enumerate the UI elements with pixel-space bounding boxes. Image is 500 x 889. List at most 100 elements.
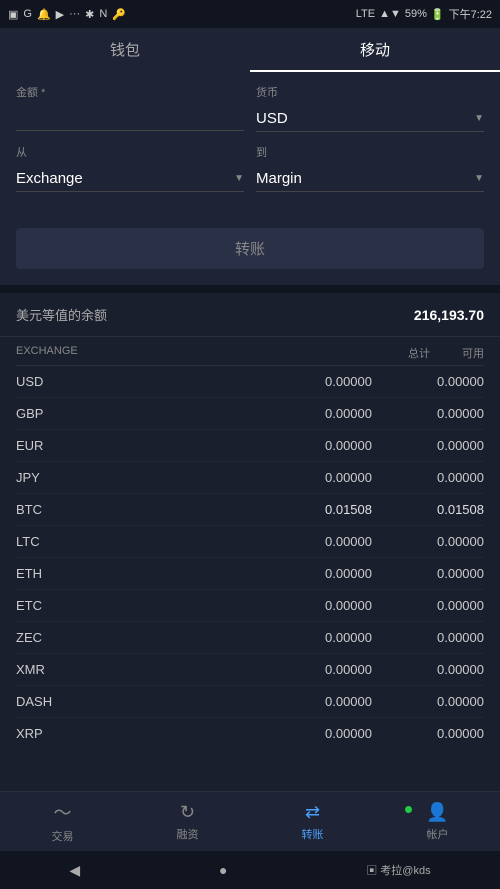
total-cell: 0.00000: [292, 470, 372, 485]
to-select[interactable]: Margin ▼: [256, 166, 484, 192]
signal-lte: LTE: [356, 8, 375, 20]
nav-transfer[interactable]: ⇄ 转账: [250, 802, 375, 842]
table-header-right: 总计 可用: [408, 345, 484, 361]
key-icon: 🔑: [112, 8, 126, 21]
table-values: 0.00000 0.00000: [292, 534, 484, 549]
currency-cell: BTC: [16, 502, 76, 517]
currency-cell: USD: [16, 374, 76, 389]
table-header: EXCHANGE 总计 可用: [16, 337, 484, 366]
amount-group: 金额 *: [16, 84, 244, 132]
currency-cell: DASH: [16, 694, 76, 709]
play-icon: ▶: [56, 8, 64, 21]
transfer-btn-row: 转账: [0, 220, 500, 285]
table-values: 0.00000 0.00000: [292, 438, 484, 453]
available-cell: 0.00000: [404, 406, 484, 421]
available-cell: 0.00000: [404, 694, 484, 709]
balance-value: 216,193.70: [414, 307, 484, 323]
currency-cell: GBP: [16, 406, 76, 421]
balance-row: 美元等值的余额 216,193.70: [0, 293, 500, 337]
bluetooth-icon: ✱: [85, 8, 94, 21]
tab-bar: 钱包 移动: [0, 28, 500, 72]
status-right: LTE ▲▼ 59% 🔋 下午7:22: [356, 6, 492, 22]
to-label: 到: [256, 144, 484, 160]
available-col-header: 可用: [462, 345, 484, 361]
nav-transfer-label: 转账: [302, 826, 324, 842]
total-cell: 0.01508: [292, 502, 372, 517]
funding-icon: ↻: [180, 802, 195, 823]
android-nav: ◀ ● ▣ 考拉@kds: [0, 851, 500, 889]
table-values: 0.00000 0.00000: [292, 630, 484, 645]
home-button[interactable]: ●: [219, 862, 227, 878]
table-row: ETC 0.00000 0.00000: [16, 590, 484, 622]
app-icon-2: G: [23, 8, 32, 20]
available-cell: 0.00000: [404, 534, 484, 549]
transfer-icon: ⇄: [305, 802, 320, 823]
from-group: 从 Exchange ▼: [16, 144, 244, 192]
table-row: XMR 0.00000 0.00000: [16, 654, 484, 686]
account-icon: 👤: [426, 802, 448, 823]
status-left: ▣ G 🔔 ▶ ··· ✱ N 🔑: [8, 8, 126, 21]
table-values: 0.00000 0.00000: [292, 598, 484, 613]
table-row: ZEC 0.00000 0.00000: [16, 622, 484, 654]
table-row: ETH 0.00000 0.00000: [16, 558, 484, 590]
back-button[interactable]: ◀: [69, 862, 80, 879]
available-cell: 0.01508: [404, 502, 484, 517]
app-icon-1: ▣: [8, 8, 18, 21]
table-row: LTC 0.00000 0.00000: [16, 526, 484, 558]
total-cell: 0.00000: [292, 726, 372, 741]
from-arrow-icon: ▼: [234, 173, 244, 184]
available-cell: 0.00000: [404, 726, 484, 741]
available-cell: 0.00000: [404, 470, 484, 485]
from-value: Exchange: [16, 170, 83, 187]
table-scroll-area[interactable]: USD 0.00000 0.00000 GBP 0.00000 0.00000 …: [16, 366, 484, 746]
online-dot: [405, 806, 412, 813]
table-values: 0.00000 0.00000: [292, 470, 484, 485]
currency-cell: ETC: [16, 598, 76, 613]
transfer-button[interactable]: 转账: [16, 228, 484, 269]
tab-mobile[interactable]: 移动: [250, 28, 500, 72]
nav-funding-label: 融资: [177, 826, 199, 842]
table-values: 0.00000 0.00000: [292, 662, 484, 677]
share-button[interactable]: ▣ 考拉@kds: [366, 862, 430, 878]
currency-group: 货币 USD ▼: [256, 84, 484, 132]
table-row: XRP 0.00000 0.00000: [16, 718, 484, 746]
table-values: 0.00000 0.00000: [292, 406, 484, 421]
total-cell: 0.00000: [292, 662, 372, 677]
available-cell: 0.00000: [404, 630, 484, 645]
time-display: 下午7:22: [449, 6, 492, 22]
nav-funding[interactable]: ↻ 融资: [125, 802, 250, 842]
currency-select[interactable]: USD ▼: [256, 106, 484, 132]
section-exchange-label: EXCHANGE: [16, 345, 78, 361]
to-value: Margin: [256, 170, 302, 187]
table-values: 0.00000 0.00000: [292, 726, 484, 741]
table-row: BTC 0.01508 0.01508: [16, 494, 484, 526]
amount-label: 金额 *: [16, 84, 244, 100]
available-cell: 0.00000: [404, 598, 484, 613]
balance-label: 美元等值的余额: [16, 305, 107, 324]
nfc-icon: N: [99, 8, 107, 20]
currency-label: 货币: [256, 84, 484, 100]
table-values: 0.00000 0.00000: [292, 566, 484, 581]
table-section: EXCHANGE 总计 可用 USD 0.00000 0.00000 GBP 0…: [0, 337, 500, 746]
table-values: 0.01508 0.01508: [292, 502, 484, 517]
currency-arrow-icon: ▼: [474, 113, 484, 124]
nav-trade[interactable]: 〜 交易: [0, 799, 125, 844]
table-row: JPY 0.00000 0.00000: [16, 462, 484, 494]
table-values: 0.00000 0.00000: [292, 694, 484, 709]
from-select[interactable]: Exchange ▼: [16, 166, 244, 192]
status-bar: ▣ G 🔔 ▶ ··· ✱ N 🔑 LTE ▲▼ 59% 🔋 下午7:22: [0, 0, 500, 28]
tab-wallet[interactable]: 钱包: [0, 28, 250, 72]
nav-account[interactable]: 👤 帐户: [375, 802, 500, 842]
table-row: DASH 0.00000 0.00000: [16, 686, 484, 718]
tab-mobile-label: 移动: [360, 39, 390, 60]
currency-cell: EUR: [16, 438, 76, 453]
total-col-header: 总计: [408, 345, 430, 361]
amount-input[interactable]: [16, 106, 244, 131]
currency-cell: LTC: [16, 534, 76, 549]
nav-account-label: 帐户: [427, 826, 449, 842]
currency-cell: XRP: [16, 726, 76, 741]
total-cell: 0.00000: [292, 406, 372, 421]
trade-icon: 〜: [54, 799, 72, 825]
currency-value: USD: [256, 110, 288, 127]
battery-percent: 59%: [405, 8, 427, 20]
